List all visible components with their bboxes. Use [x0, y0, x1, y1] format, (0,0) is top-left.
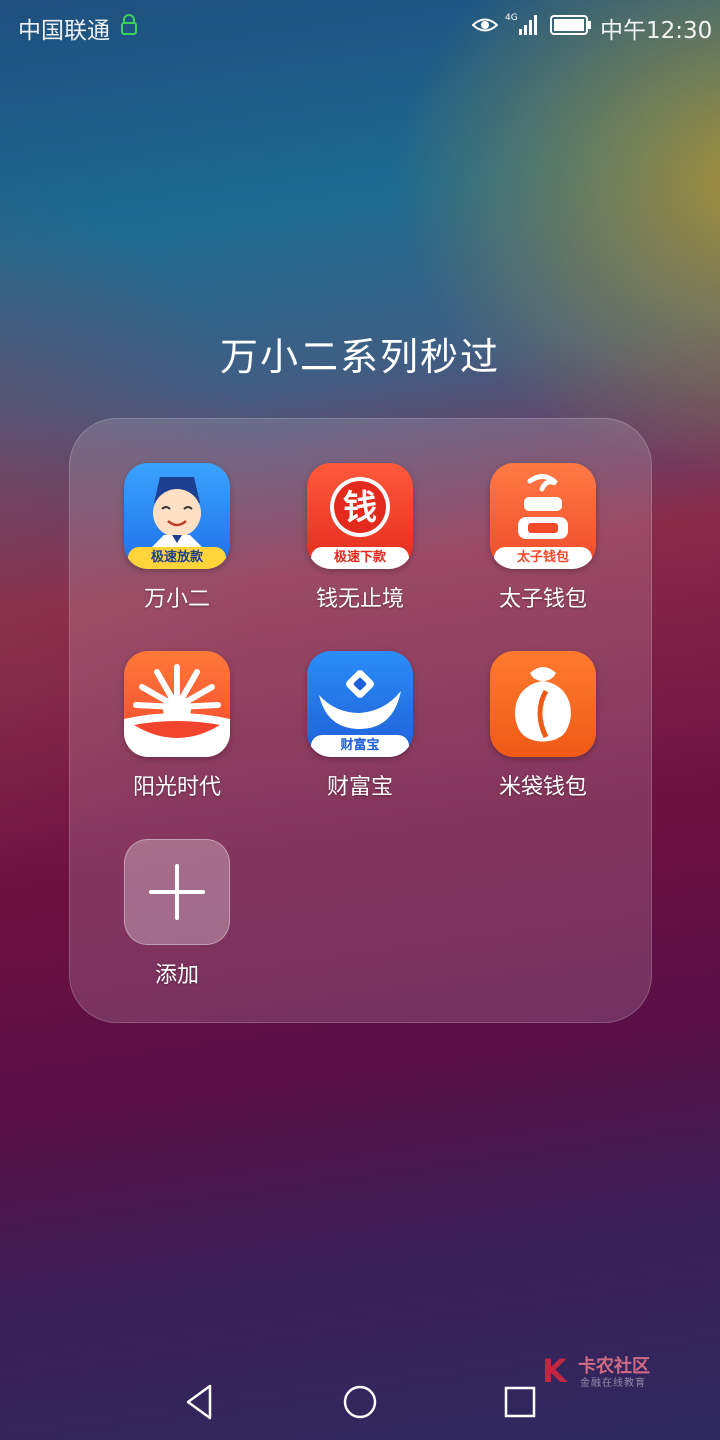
clock: 中午12:30 [600, 18, 713, 44]
rice-bag-icon [515, 667, 571, 742]
app-taizi[interactable]: 太子钱包 太子钱包 [463, 463, 623, 613]
back-icon[interactable] [178, 1380, 222, 1424]
carrier-name: 中国联通 [18, 18, 110, 44]
app-midai[interactable]: 米袋钱包 [463, 651, 623, 801]
app-ribbon: 太子钱包 [494, 547, 592, 569]
app-label: 阳光时代 [132, 775, 221, 800]
app-ribbon: 财富宝 [311, 735, 409, 757]
navigation-bar [0, 1360, 720, 1440]
app-wanxiaoer[interactable]: 极速放款 万小二 [97, 463, 257, 613]
app-ribbon: 极速放款 [128, 547, 226, 569]
signal-4g-icon: 4G [505, 13, 537, 35]
app-label: 财富宝 [326, 775, 393, 800]
svg-text:钱: 钱 [343, 488, 377, 528]
status-bar: 中国联通 4G 中午12:30 [0, 0, 720, 52]
app-label: 太子钱包 [498, 587, 587, 612]
sunrise-icon [124, 664, 230, 757]
folder-title[interactable]: 万小二系列秒过 [0, 326, 720, 381]
add-label: 添加 [154, 963, 199, 988]
app-label: 万小二 [143, 587, 210, 612]
plus-icon [124, 839, 230, 945]
app-qian[interactable]: 钱 极速下款 钱无止境 [280, 463, 440, 613]
recents-icon[interactable] [498, 1380, 542, 1424]
qian-app-icon: 钱 极速下款 [307, 463, 413, 569]
svg-text:4G: 4G [505, 13, 518, 23]
app-label: 钱无止境 [315, 587, 404, 612]
folder-panel: 极速放款 万小二 钱 极速下款 钱无止境 太子钱包 太子钱包 阳光时代 财富宝 … [69, 418, 652, 1023]
midai-wallet-app-icon [490, 651, 596, 757]
eye-comfort-icon [472, 18, 498, 32]
wanxiaoer-app-icon: 极速放款 [124, 463, 230, 569]
caifubao-app-icon: 财富宝 [307, 651, 413, 757]
sim-lock-icon [121, 14, 137, 35]
app-yangguang[interactable]: 阳光时代 [97, 651, 257, 801]
taizi-wallet-app-icon: 太子钱包 [490, 463, 596, 569]
home-icon[interactable] [338, 1380, 382, 1424]
app-caifubao[interactable]: 财富宝 财富宝 [280, 651, 440, 801]
app-ribbon: 极速下款 [311, 547, 409, 569]
app-label: 米袋钱包 [498, 775, 587, 800]
add-app-button[interactable]: 添加 [97, 839, 257, 989]
battery-icon [550, 15, 591, 35]
sunshine-app-icon [124, 651, 230, 757]
